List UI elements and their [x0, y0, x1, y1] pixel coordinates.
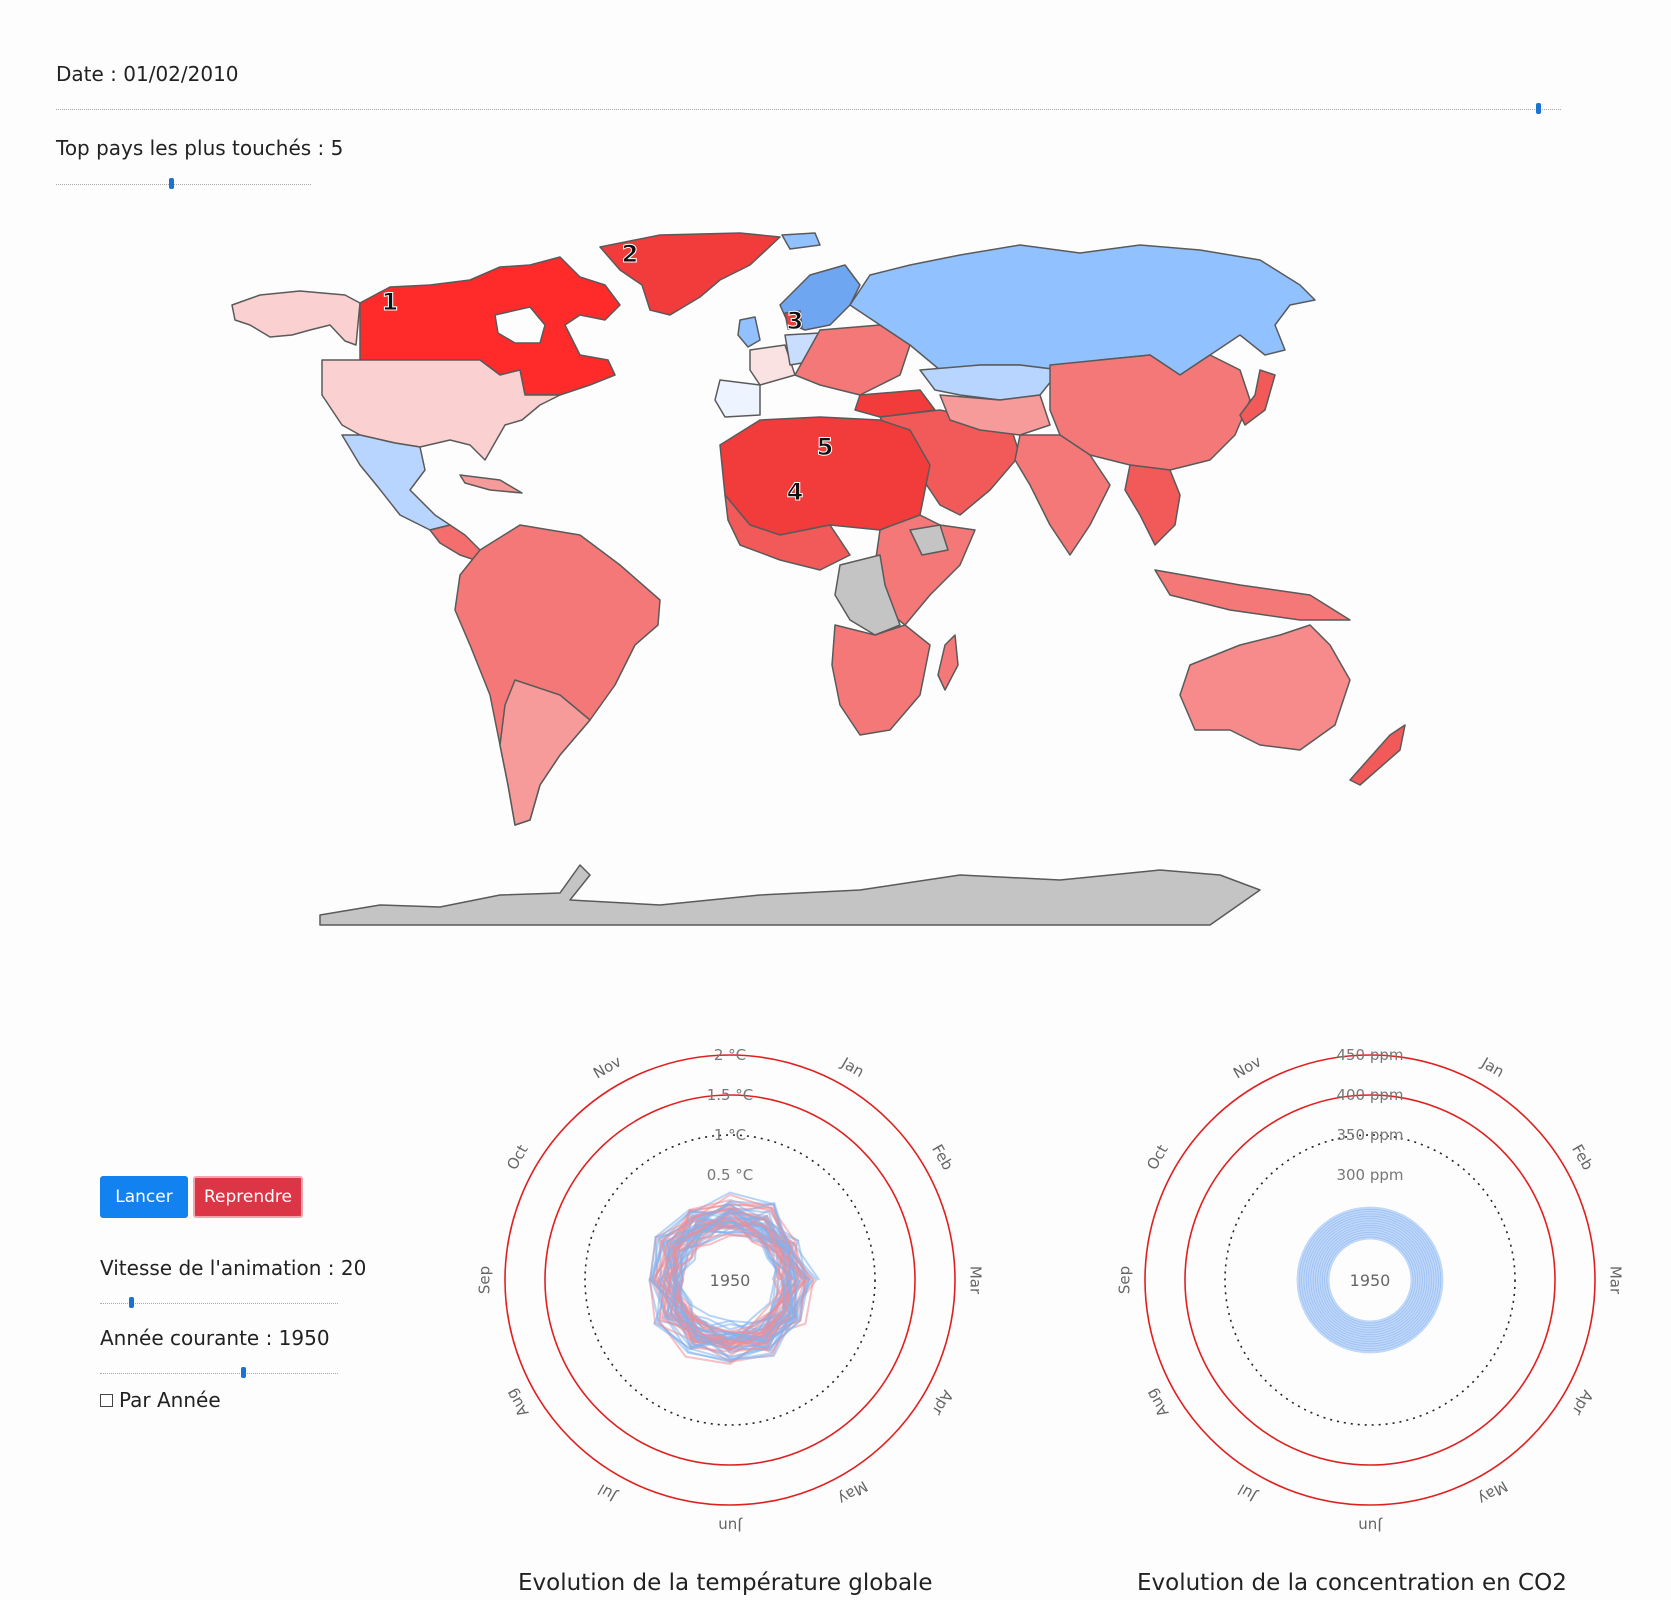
date-label: Date : 01/02/2010 [56, 62, 239, 86]
month-label: Nov [590, 1052, 624, 1082]
month-label: Aug [502, 1386, 532, 1420]
speed-slider[interactable] [100, 1296, 338, 1312]
per-year-label: Par Année [119, 1388, 221, 1412]
country-new-zealand[interactable] [1349, 724, 1406, 786]
ring-label: 1 °C [714, 1126, 746, 1144]
month-label: May [1475, 1477, 1511, 1508]
year-slider[interactable] [100, 1366, 338, 1382]
per-year-checkbox[interactable]: Par Année [100, 1388, 221, 1412]
month-label: Oct [1143, 1141, 1172, 1173]
center-year-label: 1950 [1350, 1271, 1391, 1290]
country-central-america[interactable] [429, 524, 481, 561]
year-label: Année courante : 1950 [100, 1326, 330, 1350]
checkbox-box[interactable] [100, 1393, 113, 1407]
month-label: Nov [1230, 1052, 1264, 1082]
co2-chart-title: Evolution de la concentration en CO2 [1137, 1570, 1567, 1596]
top-countries-label: Top pays les plus touchés : 5 [56, 136, 344, 160]
country-iceland[interactable] [781, 232, 821, 250]
country-madagascar[interactable] [937, 634, 959, 691]
ring-label: 0.5 °C [707, 1166, 754, 1184]
temperature-chart-title: Evolution de la température globale [518, 1570, 933, 1596]
rank-label-3: 3 [787, 307, 804, 335]
country-uk[interactable] [737, 316, 761, 348]
center-year-label: 1950 [710, 1271, 751, 1290]
ring-label: 1.5 °C [707, 1086, 754, 1104]
month-label: Apr [928, 1387, 957, 1419]
top-countries-slider[interactable] [56, 177, 311, 193]
launch-button[interactable]: Lancer [100, 1176, 188, 1218]
rank-label-2: 2 [622, 240, 639, 268]
world-map[interactable]: 1 2 3 4 5 [60, 225, 1560, 1000]
ring-label: 450 ppm [1336, 1046, 1403, 1064]
month-label: Jun [718, 1517, 742, 1535]
month-label: Sep [476, 1266, 494, 1294]
country-cuba[interactable] [459, 474, 523, 494]
ring-label: 2 °C [714, 1046, 746, 1064]
country-se-asia[interactable] [1124, 464, 1181, 546]
temperature-polar-chart: 2 °C 1.5 °C 1 °C 0.5 °C Jan Feb Mar Apr May Jun Ju… [476, 1046, 985, 1535]
rank-label-5: 5 [817, 433, 834, 461]
slider-track [100, 1303, 338, 1304]
map-countries [231, 232, 1406, 926]
month-label: Jun [1358, 1517, 1382, 1535]
month-label: Jul [1235, 1480, 1261, 1505]
resume-button[interactable]: Reprendre [193, 1176, 303, 1218]
slider-thumb[interactable] [1536, 103, 1542, 114]
month-label: Mar [1607, 1266, 1625, 1295]
rank-label-1: 1 [382, 288, 399, 316]
ring-label: 350 ppm [1336, 1126, 1403, 1144]
date-slider[interactable] [56, 102, 1561, 118]
month-label: Oct [503, 1141, 532, 1173]
country-southern-africa[interactable] [831, 624, 931, 736]
month-label: Feb [928, 1141, 957, 1173]
month-label: Feb [1568, 1141, 1597, 1173]
country-alaska[interactable] [231, 290, 361, 346]
country-indonesia[interactable] [1154, 569, 1351, 621]
slider-thumb[interactable] [128, 1297, 134, 1308]
speed-label: Vitesse de l'animation : 20 [100, 1256, 367, 1280]
rank-label-4: 4 [787, 478, 804, 506]
country-mexico[interactable] [341, 434, 451, 531]
month-label: Jan [1477, 1053, 1507, 1081]
co2-polar-chart: 450 ppm 400 ppm 350 ppm 300 ppm Jan Feb Mar Apr… [1116, 1046, 1625, 1535]
slider-track [56, 184, 311, 185]
ring-label: 400 ppm [1336, 1086, 1403, 1104]
month-label: Aug [1142, 1386, 1172, 1420]
slider-thumb[interactable] [168, 178, 174, 189]
month-label: Mar [967, 1266, 985, 1295]
slider-track [100, 1373, 338, 1374]
month-label: May [835, 1477, 871, 1508]
country-antarctica[interactable] [319, 864, 1261, 926]
slider-thumb[interactable] [240, 1367, 246, 1378]
country-russia[interactable] [849, 244, 1316, 376]
month-label: Apr [1568, 1387, 1597, 1419]
slider-track [56, 109, 1561, 110]
country-south-america[interactable] [454, 524, 661, 826]
country-australia[interactable] [1179, 624, 1351, 751]
ring-label: 300 ppm [1336, 1166, 1403, 1184]
month-label: Sep [1116, 1266, 1134, 1294]
month-label: Jan [837, 1053, 867, 1081]
country-spain[interactable] [714, 379, 761, 418]
month-label: Jul [595, 1480, 621, 1505]
